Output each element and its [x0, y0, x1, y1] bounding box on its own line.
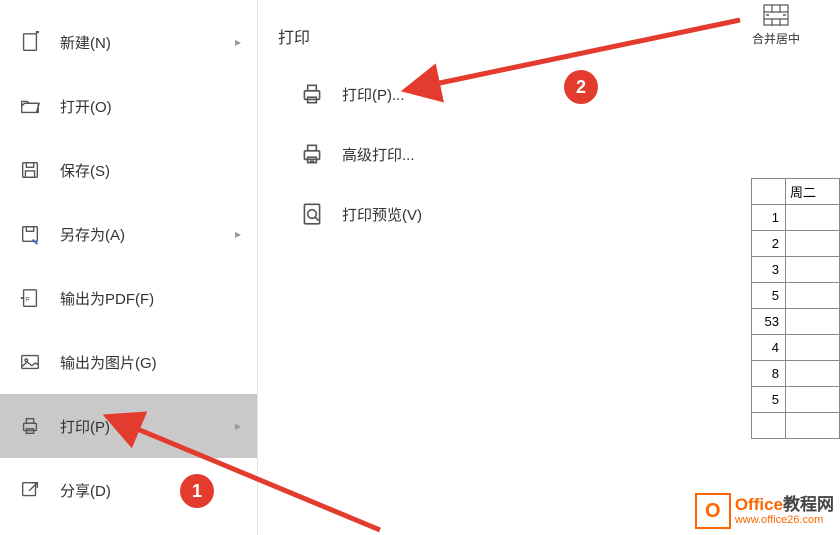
watermark-title: Office教程网 [735, 496, 834, 515]
menu-label: 输出为PDF(F) [60, 288, 154, 309]
annotation-step-1: 1 [180, 474, 214, 508]
menu-item-save[interactable]: 保存(S) [0, 138, 257, 202]
cell[interactable] [786, 335, 840, 361]
printer-icon [298, 80, 326, 108]
menu-item-export-image[interactable]: 输出为图片(G) [0, 330, 257, 394]
printer-icon [18, 414, 42, 438]
file-menu-sidebar: 新建(N) ▸ 打开(O) 保存(S) 另存为(A) ▸ P 输出 [0, 0, 258, 535]
row-head[interactable]: 2 [752, 231, 786, 257]
submenu-label: 打印(P)... [342, 84, 405, 105]
printer-advanced-icon [298, 140, 326, 168]
image-icon [18, 350, 42, 374]
chevron-right-icon: ▸ [235, 419, 241, 433]
watermark-url: www.office26.com [735, 514, 834, 526]
submenu-label: 打印预览(V) [342, 204, 422, 225]
merge-center-button[interactable]: 合并居中 [752, 4, 800, 47]
menu-label: 新建(N) [60, 32, 111, 53]
watermark-logo: O [695, 493, 731, 529]
spreadsheet-area: 合并居中 周二 1 2 3 5 53 4 8 5 [742, 0, 840, 535]
menu-label: 打印(P) [60, 416, 110, 437]
cell[interactable] [786, 257, 840, 283]
cell[interactable] [786, 283, 840, 309]
cell[interactable] [786, 361, 840, 387]
new-file-icon [18, 30, 42, 54]
print-preview-icon [298, 200, 326, 228]
menu-label: 另存为(A) [60, 224, 125, 245]
folder-open-icon [18, 94, 42, 118]
submenu-label: 高级打印... [342, 144, 415, 165]
share-icon [18, 478, 42, 502]
cell[interactable] [786, 387, 840, 413]
column-header[interactable]: 周二 [786, 179, 840, 205]
cell[interactable] [786, 413, 840, 439]
cell[interactable] [786, 205, 840, 231]
svg-text:P: P [25, 297, 29, 304]
pdf-icon: P [18, 286, 42, 310]
print-submenu-panel: 打印 打印(P)... 高级打印... 打印预览(V) [258, 0, 742, 535]
row-head[interactable] [752, 413, 786, 439]
row-head[interactable]: 5 [752, 283, 786, 309]
cell[interactable] [786, 309, 840, 335]
menu-label: 保存(S) [60, 160, 110, 181]
row-head[interactable]: 53 [752, 309, 786, 335]
submenu-item-advanced-print[interactable]: 高级打印... [258, 124, 742, 184]
chevron-right-icon: ▸ [235, 35, 241, 49]
row-head[interactable]: 1 [752, 205, 786, 231]
menu-item-export-pdf[interactable]: P 输出为PDF(F) [0, 266, 257, 330]
submenu-item-print-preview[interactable]: 打印预览(V) [258, 184, 742, 244]
submenu-title: 打印 [258, 24, 742, 64]
submenu-item-print[interactable]: 打印(P)... [258, 64, 742, 124]
menu-item-new[interactable]: 新建(N) ▸ [0, 10, 257, 74]
annotation-step-2: 2 [564, 70, 598, 104]
menu-label: 输出为图片(G) [60, 352, 157, 373]
menu-item-print[interactable]: 打印(P) ▸ [0, 394, 257, 458]
menu-item-save-as[interactable]: 另存为(A) ▸ [0, 202, 257, 266]
row-head[interactable]: 4 [752, 335, 786, 361]
cell[interactable] [786, 231, 840, 257]
chevron-right-icon: ▸ [235, 227, 241, 241]
row-head[interactable]: 3 [752, 257, 786, 283]
menu-item-share[interactable]: 分享(D) [0, 458, 257, 522]
save-icon [18, 158, 42, 182]
toolbar-label: 合并居中 [752, 30, 800, 47]
save-as-icon [18, 222, 42, 246]
menu-label: 分享(D) [60, 480, 111, 501]
merge-cells-icon [763, 4, 789, 30]
row-head[interactable]: 5 [752, 387, 786, 413]
menu-item-open[interactable]: 打开(O) [0, 74, 257, 138]
menu-label: 打开(O) [60, 96, 112, 117]
row-head[interactable]: 8 [752, 361, 786, 387]
spreadsheet-grid[interactable]: 周二 1 2 3 5 53 4 8 5 [751, 178, 840, 439]
watermark: O Office教程网 www.office26.com [695, 493, 834, 529]
